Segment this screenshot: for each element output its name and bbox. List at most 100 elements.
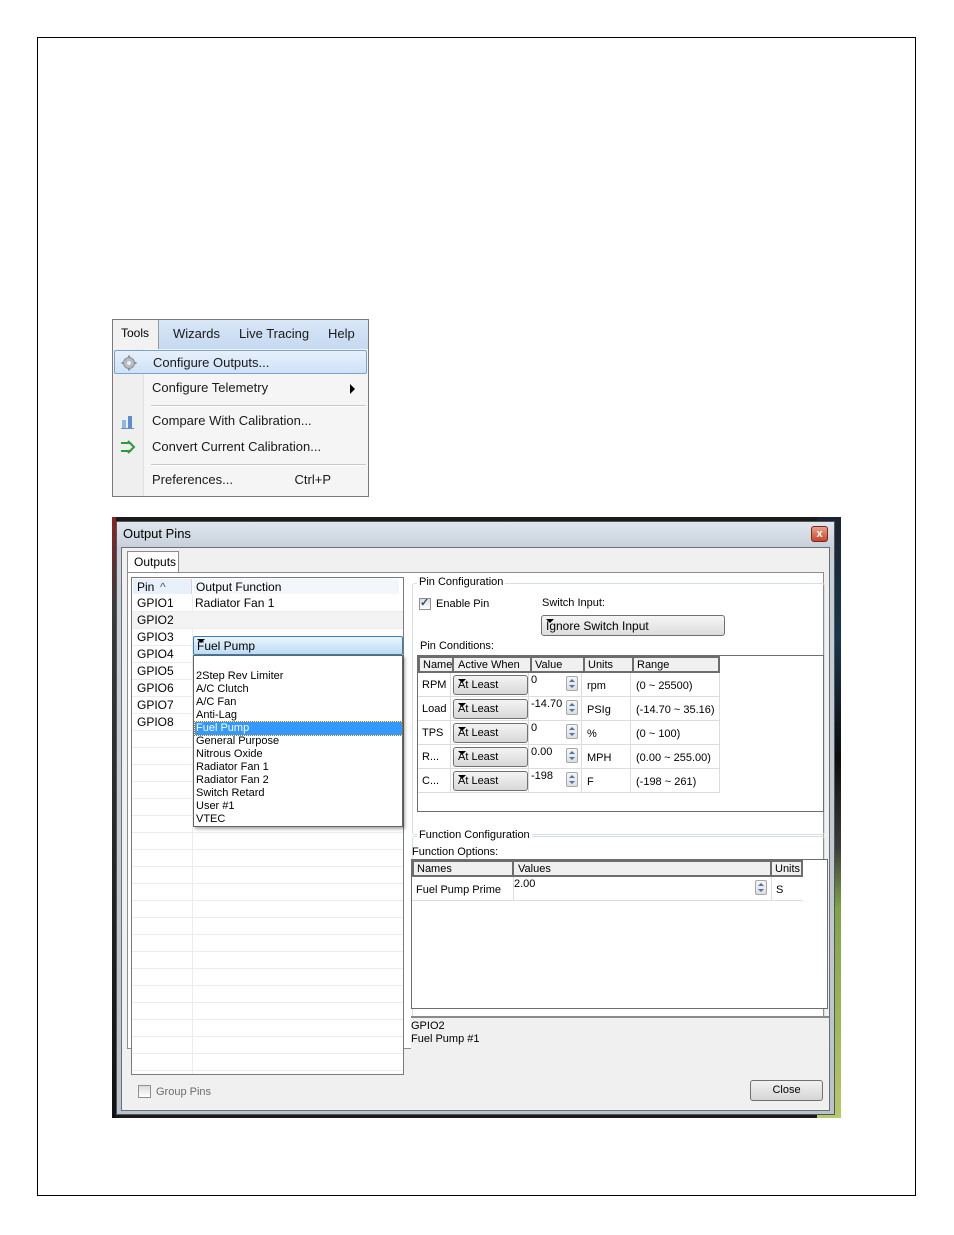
pin-row	[132, 935, 403, 952]
menu-item-label: Configure Telemetry	[152, 380, 269, 395]
pin-row	[132, 1003, 403, 1020]
menu-tools[interactable]: Tools	[113, 320, 159, 349]
menu-item-label: Convert Current Calibration...	[152, 439, 322, 454]
chevron-down-icon	[197, 639, 205, 643]
info-pin: GPIO2	[411, 1020, 445, 1032]
column-header-function[interactable]: Output Function	[194, 579, 399, 594]
function-option[interactable]: Fuel Pump	[194, 721, 403, 736]
conditions-header: Name Active When Value Units Range	[418, 656, 720, 673]
condition-name: R...	[422, 751, 440, 763]
switch-input-combo[interactable]: Ignore Switch Input	[541, 615, 725, 636]
condition-units: %	[587, 728, 597, 740]
spinner-icon[interactable]	[566, 724, 578, 739]
function-option[interactable]: 2Step Rev Limiter	[195, 670, 402, 683]
active-when-combo[interactable]: At Least	[453, 723, 528, 743]
output-function-combo[interactable]: Fuel Pump	[193, 636, 403, 655]
pin-row	[132, 833, 403, 850]
pin-row	[132, 850, 403, 867]
condition-value[interactable]: 0.00	[531, 746, 552, 758]
enable-pin-label: Enable Pin	[436, 598, 490, 610]
option-value-cell[interactable]: 2.00	[513, 877, 772, 900]
menu-item-configure-outputs[interactable]: Configure Outputs...	[114, 350, 367, 374]
pin-name: GPIO1	[137, 596, 174, 610]
function-option[interactable]: Switch Retard	[195, 787, 402, 800]
window-close-button[interactable]: x	[811, 526, 828, 542]
spinner-icon[interactable]	[755, 880, 767, 895]
function-option[interactable]	[195, 657, 402, 670]
condition-value[interactable]: -198	[531, 770, 553, 782]
menu-live-tracing[interactable]: Live Tracing	[239, 326, 309, 341]
enable-pin-checkbox[interactable]	[419, 596, 431, 610]
active-when-combo[interactable]: At Least	[453, 675, 528, 695]
menu-wizards[interactable]: Wizards	[173, 326, 220, 341]
menu-item-label: Preferences...	[152, 472, 233, 487]
gear-icon	[121, 355, 137, 371]
active-when-combo[interactable]: At Least	[453, 747, 528, 767]
function-option[interactable]: User #1	[195, 800, 402, 813]
active-when-combo[interactable]: At Least	[453, 699, 528, 719]
header-label: Output Function	[196, 580, 282, 594]
menu-item-convert-calibration[interactable]: Convert Current Calibration...	[114, 435, 367, 459]
combo-value: Ignore Switch Input	[546, 619, 649, 633]
chevron-down-icon	[458, 703, 466, 707]
header-units: Units	[588, 659, 614, 671]
condition-units: rpm	[587, 680, 606, 692]
function-option[interactable]: Nitrous Oxide	[195, 748, 402, 761]
condition-value[interactable]: -14.70	[531, 698, 562, 710]
window-client: Outputs Pin ^ Output Function GPIO1 Radia…	[121, 547, 830, 1111]
function-option[interactable]: VTEC	[195, 813, 402, 826]
condition-value[interactable]: 0	[531, 722, 537, 734]
menu-item-compare-calibration[interactable]: Compare With Calibration...	[114, 409, 367, 433]
spinner-icon[interactable]	[566, 772, 578, 787]
function-options-label: Function Options:	[412, 846, 499, 858]
pin-name: GPIO5	[137, 664, 174, 678]
pin-name: GPIO2	[137, 613, 174, 627]
pin-row	[132, 986, 403, 1003]
pin-function: Radiator Fan 1	[195, 596, 275, 610]
column-divider	[452, 658, 454, 671]
combo-value: Fuel Pump	[197, 639, 256, 653]
group-title: Pin Configuration	[417, 576, 506, 588]
menu-bar: Tools Wizards Live Tracing Help	[113, 320, 368, 350]
group-pins-checkbox[interactable]	[138, 1085, 151, 1098]
header-name: Name	[423, 659, 453, 671]
tab-label: Outputs	[134, 555, 177, 569]
menu-item-preferences[interactable]: Preferences... Ctrl+P	[114, 468, 367, 492]
pin-row	[132, 901, 403, 918]
spinner-icon[interactable]	[566, 700, 578, 715]
pin-name: GPIO8	[137, 715, 174, 729]
sort-ascending-icon: ^	[160, 580, 166, 594]
menu-item-label: Configure Outputs...	[153, 355, 270, 370]
pin-row[interactable]: GPIO1 Radiator Fan 1	[132, 595, 403, 612]
function-option[interactable]: Radiator Fan 2	[195, 774, 402, 787]
function-option[interactable]: General Purpose	[195, 735, 402, 748]
function-option[interactable]: Anti-Lag	[195, 709, 402, 722]
option-value: 2.00	[514, 878, 536, 890]
function-option-row: Fuel Pump Prime 2.00 S	[412, 877, 803, 901]
spinner-icon[interactable]	[566, 676, 578, 691]
group-title: Function Configuration	[417, 829, 532, 841]
menu-item-configure-telemetry[interactable]: Configure Telemetry	[114, 376, 367, 400]
column-divider	[512, 862, 514, 875]
pin-row[interactable]: GPIO2	[132, 612, 403, 629]
function-option[interactable]: A/C Clutch	[195, 683, 402, 696]
function-option[interactable]: A/C Fan	[195, 696, 402, 709]
pin-name: GPIO3	[137, 630, 174, 644]
option-units-cell: S	[771, 877, 803, 900]
pin-conditions-label: Pin Conditions:	[420, 640, 494, 652]
function-options-header: Names Values Units	[412, 860, 803, 877]
condition-units: PSIg	[587, 704, 611, 716]
condition-row: R... At Least 0.00 MPH (0.00 ~ 255.00)	[418, 745, 720, 769]
column-header-pin[interactable]: Pin ^	[133, 579, 192, 594]
function-option[interactable]: Radiator Fan 1	[195, 761, 402, 774]
condition-range: (-14.70 ~ 35.16)	[636, 704, 715, 716]
menu-help[interactable]: Help	[328, 326, 355, 341]
tab-outputs[interactable]: Outputs	[127, 551, 179, 573]
close-button[interactable]: Close	[750, 1080, 823, 1101]
condition-units: F	[587, 776, 594, 788]
output-pins-window: Output Pins x Outputs Pin ^ Output Funct…	[116, 521, 835, 1115]
active-when-combo[interactable]: At Least	[453, 771, 528, 791]
header-active-when: Active When	[458, 659, 520, 671]
spinner-icon[interactable]	[566, 748, 578, 763]
condition-value[interactable]: 0	[531, 674, 537, 686]
